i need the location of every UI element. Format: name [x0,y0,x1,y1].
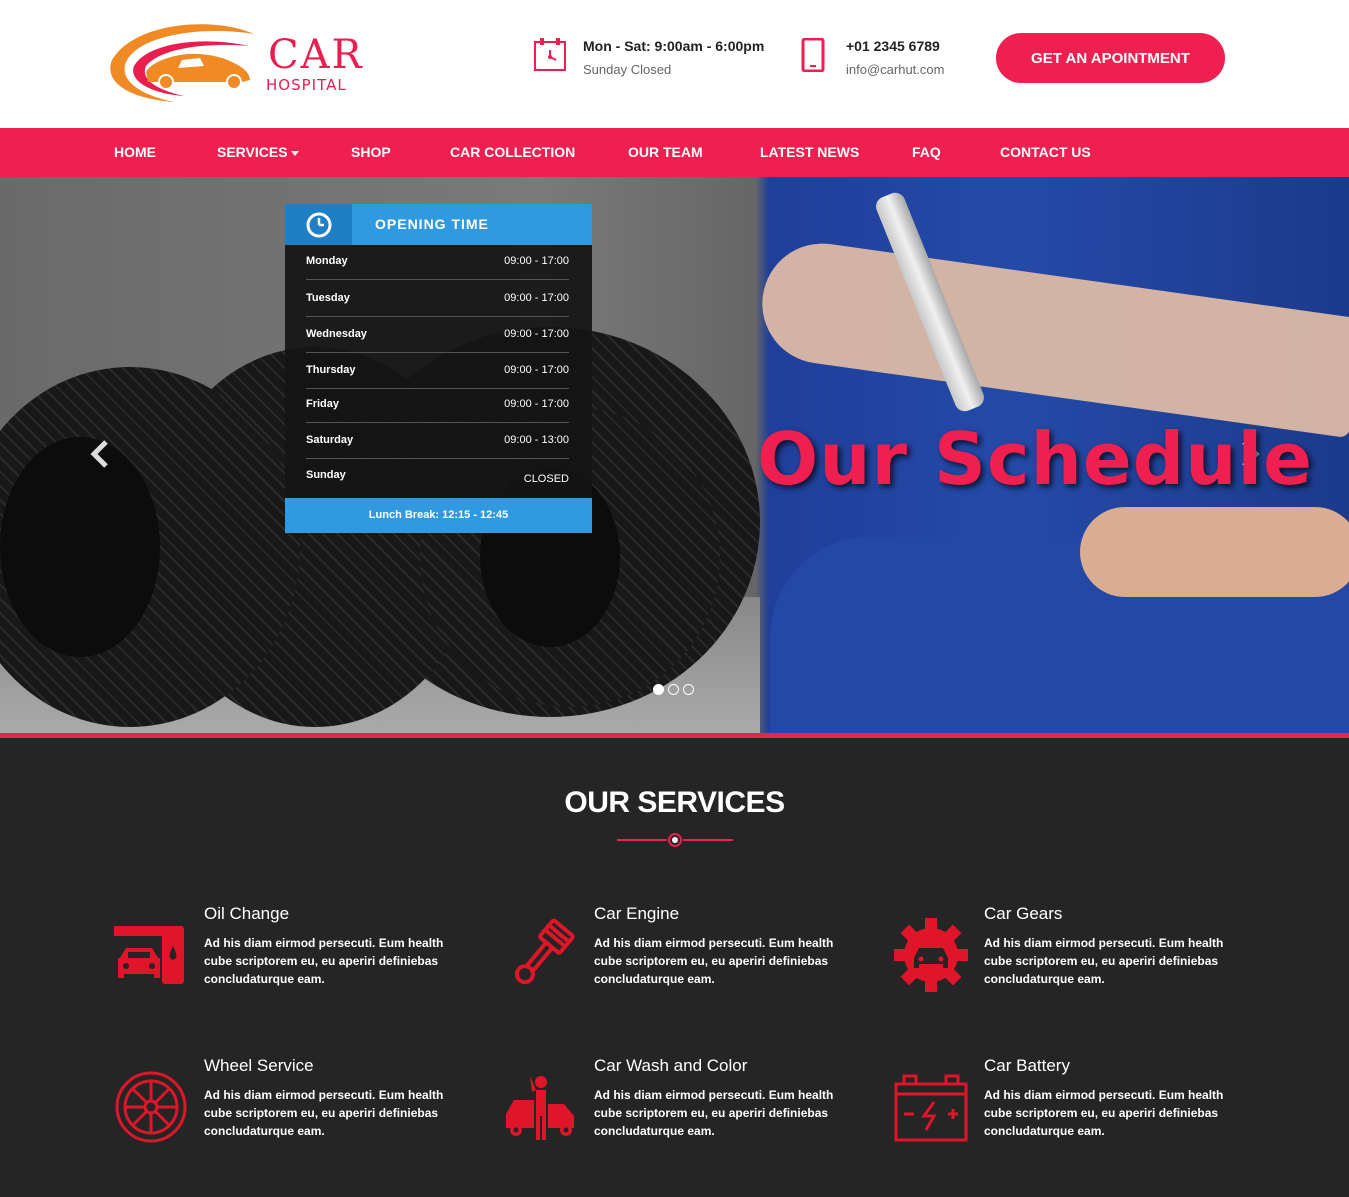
hero-title: Our Schedule [757,417,1313,501]
clock-icon [534,38,566,71]
hero-slider: Our Schedule OPENING TIME Monday 09:00 - … [0,177,1349,733]
nav-item-faq[interactable]: FAQ [912,128,941,177]
main-nav: HOME SERVICES SHOP CAR COLLECTION OUR TE… [0,128,1349,177]
service-name: Car Gears [984,904,1063,923]
service-desc: Ad his diam eirmod persecuti. Eum health… [984,936,1224,986]
slider-dot[interactable] [683,684,694,695]
schedule-row: Sunday CLOSED [306,459,569,494]
service-desc: Ad his diam eirmod persecuti. Eum health… [204,936,444,986]
brand-tagline: HOSPITAL [266,76,347,94]
schedule-day: Sunday [306,469,346,481]
service-desc: Ad his diam eirmod persecuti. Eum health… [594,936,834,986]
service-car-wash[interactable]: Car Wash and Color Ad his diam eirmod pe… [504,1056,864,1166]
tire-hole [0,437,160,657]
logo[interactable]: CAR HOSPITAL [104,20,362,110]
slider-dot[interactable] [668,684,679,695]
service-name: Oil Change [204,904,290,923]
nav-label: HOME [114,144,156,160]
phone-icon [801,38,825,72]
hours-weekdays: Mon - Sat: 9:00am - 6:00pm [583,38,765,54]
schedule-row: Wednesday 09:00 - 17:00 [306,318,569,353]
nav-label: OUR TEAM [628,144,703,160]
schedule-row: Tuesday 09:00 - 17:00 [306,282,569,317]
prev-arrow-icon[interactable] [90,439,110,469]
service-name: Wheel Service [204,1056,314,1075]
gear-car-icon [894,918,968,992]
phone-number[interactable]: +01 2345 6789 [846,38,940,54]
nav-item-latest-news[interactable]: LATEST NEWS [760,128,859,177]
opening-time-header: OPENING TIME [285,204,592,245]
contact-info: +01 2345 6789 info@carhut.com [796,36,966,86]
schedule-row: Monday 09:00 - 17:00 [306,245,569,280]
nav-item-our-team[interactable]: OUR TEAM [628,128,703,177]
lunch-break: Lunch Break: 12:15 - 12:45 [285,498,592,533]
schedule-day: Friday [306,398,340,410]
email-address[interactable]: info@carhut.com [846,62,944,77]
service-wheel-service[interactable]: Wheel Service Ad his diam eirmod persecu… [114,1056,474,1166]
schedule-day: Saturday [306,434,354,446]
wheel-icon [115,1071,187,1143]
clock-icon [285,204,352,245]
nav-label: CAR COLLECTION [450,144,576,160]
hero-hand [1080,507,1349,597]
site-header: CAR HOSPITAL Mon - Sat: 9:00am - 6:00pm … [0,0,1349,128]
schedule-day: Thursday [306,364,356,376]
slider-dots [653,684,694,695]
schedule-day: Tuesday [306,292,350,304]
service-name: Car Engine [594,904,680,923]
nav-label: CONTACT US [1000,144,1091,160]
schedule-time: 09:00 - 17:00 [504,364,569,376]
service-oil-change[interactable]: Oil Change Ad his diam eirmod persecuti.… [114,904,474,1014]
service-desc: Ad his diam eirmod persecuti. Eum health… [204,1088,444,1138]
service-name: Car Wash and Color [594,1056,748,1075]
opening-time-title: OPENING TIME [375,216,489,232]
schedule-time: 09:00 - 17:00 [504,292,569,304]
nav-item-services[interactable]: SERVICES [217,128,299,177]
get-appointment-button[interactable]: GET AN APOINTMENT [996,33,1225,83]
service-name: Car Battery [984,1056,1070,1075]
title-divider-icon [617,833,733,847]
nav-label: LATEST NEWS [760,144,860,160]
nav-item-shop[interactable]: SHOP [351,128,391,177]
hero-arm [754,235,1349,439]
slider-dot[interactable] [653,684,664,695]
nav-label: SHOP [351,144,391,160]
schedule-row: Friday 09:00 - 17:00 [306,388,569,423]
schedule-day: Wednesday [306,328,367,340]
schedule-time: 09:00 - 13:00 [504,434,569,446]
services-section: OUR SERVICES Oil Change Ad his diam eirm… [0,738,1349,1197]
nav-item-contact-us[interactable]: CONTACT US [1000,128,1091,177]
schedule-row: Thursday 09:00 - 17:00 [306,354,569,389]
nav-label: FAQ [912,144,941,160]
schedule-time: CLOSED [523,473,569,485]
nav-item-home[interactable]: HOME [114,128,156,177]
hours-sunday: Sunday Closed [583,62,672,77]
car-wash-icon [506,1076,574,1140]
opening-time-card: OPENING TIME Monday 09:00 - 17:00 Tuesday… [285,204,592,533]
service-car-engine[interactable]: Car Engine Ad his diam eirmod persecuti.… [504,904,864,1014]
nav-label: SERVICES [217,144,288,160]
battery-icon [894,1074,968,1142]
service-desc: Ad his diam eirmod persecuti. Eum health… [594,1088,834,1138]
opening-hours-info: Mon - Sat: 9:00am - 6:00pm Sunday Closed [533,36,773,86]
piston-icon [514,918,575,985]
service-desc: Ad his diam eirmod persecuti. Eum health… [984,1088,1224,1138]
schedule-row: Saturday 09:00 - 13:00 [306,424,569,459]
oil-change-icon [114,926,184,984]
nav-item-car-collection[interactable]: CAR COLLECTION [450,128,575,177]
schedule-time: 09:00 - 17:00 [504,255,569,267]
services-title: OUR SERVICES [564,786,785,819]
schedule-day: Monday [306,255,348,267]
brand-name: CAR [268,32,364,78]
service-car-battery[interactable]: Car Battery Ad his diam eirmod persecuti… [894,1056,1254,1166]
schedule-time: 09:00 - 17:00 [504,328,569,340]
car-logo-icon [110,24,254,103]
schedule-time: 09:00 - 17:00 [504,398,569,410]
service-car-gears[interactable]: Car Gears Ad his diam eirmod persecuti. … [894,904,1254,1014]
caret-down-icon [290,150,299,156]
